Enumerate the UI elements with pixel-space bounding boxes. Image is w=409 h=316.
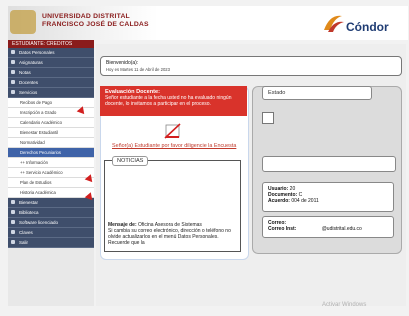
menu-icon (11, 80, 15, 84)
sidebar-subitem-label: Calendario Académico (20, 120, 62, 125)
sidebar-item-label: Docentes (19, 80, 39, 85)
menu-icon (11, 200, 15, 204)
evaluation-body: Señor estudiante a la fecha usted no ha … (105, 95, 232, 107)
institution-title: UNIVERSIDAD DISTRITAL FRANCISCO JOSÉ DE … (42, 13, 149, 29)
sidebar-subitem-label: Bienestar Estudiantil (20, 130, 59, 135)
app-name: Cóndor (346, 20, 389, 34)
sidebar-subitem-6[interactable]: ++ Información (8, 158, 94, 168)
agreement-value: 004 de 2011 (291, 198, 319, 204)
menu-icon (11, 70, 15, 74)
sidebar-subitem-label: Inscripción a Grado (20, 110, 57, 115)
sidebar-item-label: Asignaturas (19, 60, 43, 65)
sidebar-bottom-item-2[interactable]: Software licenciado (8, 218, 94, 228)
sidebar: ESTUDIANTE: CREDITOS Datos Personales Asi… (8, 40, 94, 306)
sidebar-item-label: Datos Personales (19, 50, 55, 55)
student-photo (262, 112, 274, 124)
sidebar-subitem-label: Historia Académica (20, 190, 56, 195)
inst-email-label: Correo Inst: (268, 226, 297, 232)
welcome-title: Bienvenido(a): (106, 60, 139, 66)
sidebar-bottom-item-label: Salir (19, 240, 29, 245)
sidebar-subitem-9[interactable]: Historia Académica (8, 188, 94, 198)
news-message: Mensaje de: Oficina Asesora de Sistemas … (108, 222, 240, 246)
survey-icon (164, 123, 181, 139)
sidebar-title: ESTUDIANTE: CREDITOS (8, 40, 94, 48)
university-logo (10, 10, 36, 34)
sidebar-subitem-label: Recibos de Pago (20, 100, 52, 105)
contact-info: Correo: Correo Inst: @udistrital.edu.co (262, 216, 394, 238)
sidebar-subitem-8[interactable]: Plan de Estudios (8, 178, 94, 188)
sidebar-bottom-item-label: Software licenciado (19, 220, 59, 225)
sidebar-item-label: Servicios (19, 90, 38, 95)
sidebar-subitem-label: ++ Información (20, 160, 48, 165)
menu-icon (11, 90, 15, 94)
sidebar-subitem-7[interactable]: ++ Servicio Académico (8, 168, 94, 178)
survey-link[interactable]: Señor(a) Estudiante por favor diligencie… (112, 143, 236, 149)
sidebar-item-1[interactable]: Asignaturas (8, 58, 94, 68)
header: UNIVERSIDAD DISTRITAL FRANCISCO JOSÉ DE … (8, 6, 408, 40)
sidebar-bottom-item-3[interactable]: Claves (8, 228, 94, 238)
sidebar-bottom-item-label: Bienestar (19, 200, 39, 205)
news-label: NOTICIAS (112, 156, 149, 166)
blank-field (262, 156, 396, 172)
sidebar-item-0[interactable]: Datos Personales (8, 48, 94, 58)
sidebar-subitem-5[interactable]: Derechos Pecuniarios (8, 148, 94, 158)
menu-icon (11, 210, 15, 214)
agreement-label: Acuerdo: (268, 198, 290, 204)
sidebar-subitem-label: Derechos Pecuniarios (20, 150, 61, 155)
condor-logo-icon (324, 15, 344, 32)
menu-icon (11, 220, 15, 224)
sidebar-subitem-2[interactable]: Calendario Académico (8, 118, 94, 128)
status-label: Estado (262, 86, 372, 100)
menu-icon (11, 230, 15, 234)
institution-line-2: FRANCISCO JOSÉ DE CALDAS (42, 21, 149, 28)
sidebar-item-label: Notas (19, 70, 31, 75)
student-info: Usuario: 20 Documento: C Acuerdo: 004 de… (262, 182, 394, 212)
sidebar-bottom-item-label: Claves (19, 230, 33, 235)
sidebar-bottom-item-1[interactable]: Biblioteca (8, 208, 94, 218)
page: UNIVERSIDAD DISTRITAL FRANCISCO JOSÉ DE … (0, 0, 409, 316)
sidebar-bottom-item-0[interactable]: Bienestar (8, 198, 94, 208)
sidebar-subitem-label: Plan de Estudios (20, 180, 52, 185)
menu-icon (11, 240, 15, 244)
sidebar-subitem-label: Normatividad (20, 140, 45, 145)
sidebar-subitem-3[interactable]: Bienestar Estudiantil (8, 128, 94, 138)
news-message-body: Si cambia su correo electrónico, direcci… (108, 228, 231, 246)
institution-line-1: UNIVERSIDAD DISTRITAL (42, 13, 130, 20)
inst-email-value: @udistrital.edu.co (321, 226, 362, 232)
sidebar-item-4[interactable]: Servicios (8, 88, 94, 98)
sidebar-item-2[interactable]: Notas (8, 68, 94, 78)
sidebar-subitem-4[interactable]: Normatividad (8, 138, 94, 148)
welcome-box: Bienvenido(a): Hoy es Martes 11 de Abril… (100, 56, 402, 76)
sidebar-item-3[interactable]: Docentes (8, 78, 94, 88)
menu-icon (11, 50, 15, 54)
sidebar-bottom-item-4[interactable]: Salir (8, 238, 94, 248)
windows-activation-watermark: Activar Windows (322, 302, 367, 308)
sidebar-subitem-label: ++ Servicio Académico (20, 170, 63, 175)
evaluation-banner: Evaluación Docente: Señor estudiante a l… (100, 86, 247, 116)
welcome-date: Hoy es Martes 11 de Abril de 2023 (106, 67, 170, 72)
sidebar-bottom-item-label: Biblioteca (19, 210, 39, 215)
menu-icon (11, 60, 15, 64)
